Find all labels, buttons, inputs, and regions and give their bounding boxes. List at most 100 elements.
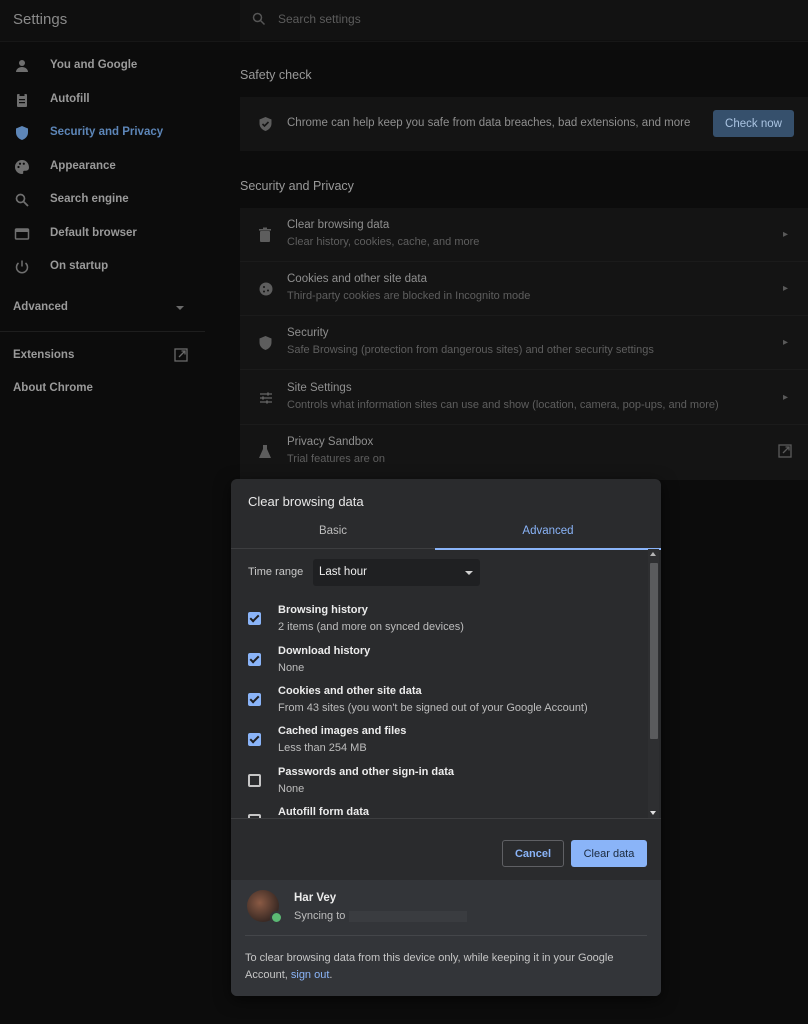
clear-data-button[interactable]: Clear data [571,840,647,867]
sidebar-item-appearance[interactable]: Appearance [0,152,205,182]
trash-icon [258,227,274,243]
row-security[interactable]: Security Safe Browsing (protection from … [240,316,808,370]
row-title: Site Settings [287,382,352,394]
sidebar-item-autofill[interactable]: Autofill [0,85,205,115]
sidebar-item-label: Security and Privacy [50,126,164,138]
checkbox[interactable] [248,774,261,787]
sign-out-link[interactable]: sign out [291,969,330,981]
option-title: Download history [278,645,371,657]
tab-advanced[interactable]: Advanced [435,517,661,550]
sidebar-item-label: Appearance [50,160,116,172]
row-subtitle: Safe Browsing (protection from dangerous… [287,344,654,356]
scrollbar-thumb[interactable] [650,563,658,739]
app-title: Settings [13,11,68,28]
option-cached-images[interactable]: Cached images and files Less than 254 MB [231,725,646,765]
checkbox[interactable] [248,693,261,706]
option-browsing-history[interactable]: Browsing history 2 items (and more on sy… [231,604,646,644]
option-passwords[interactable]: Passwords and other sign-in data None [231,766,646,806]
sidebar-item-default-browser[interactable]: Default browser [0,219,205,249]
top-bar: Settings Search settings [0,0,808,42]
time-range-select[interactable]: Last hour [313,559,480,586]
dialog-footer: Har Vey Syncing to To clear browsing dat… [231,880,661,996]
search-icon [252,12,266,26]
flask-icon [258,444,274,460]
scrollbar[interactable] [648,549,659,818]
person-icon [14,58,30,74]
sync-badge-icon [270,911,283,924]
sidebar-item-label: Search engine [50,193,129,205]
sidebar-divider [0,331,205,332]
open-in-new-icon [778,444,792,458]
chevron-right-icon: ▸ [782,337,788,348]
row-site-settings[interactable]: Site Settings Controls what information … [240,371,808,425]
safety-check-text: Chrome can help keep you safe from data … [287,117,691,129]
cancel-button[interactable]: Cancel [502,840,564,867]
checkbox[interactable] [248,612,261,625]
sidebar-item-label: Autofill [50,93,90,105]
clipboard-icon [14,92,30,108]
checkbox[interactable] [248,814,261,818]
palette-icon [14,159,30,175]
row-subtitle: Third-party cookies are blocked in Incog… [287,290,531,302]
row-clear-browsing-data[interactable]: Clear browsing data Clear history, cooki… [240,208,808,262]
sidebar-item-label: On startup [50,260,109,272]
dialog-tabs: Basic Advanced [231,517,661,550]
chevron-right-icon: ▸ [782,283,788,294]
sidebar-item-label: You and Google [50,59,138,71]
chevron-right-icon: ▸ [782,392,788,403]
row-privacy-sandbox[interactable]: Privacy Sandbox Trial features are on [240,425,808,479]
redacted-email [349,911,467,922]
shield-check-icon [258,116,273,132]
scroll-down-arrow-icon[interactable] [650,811,656,815]
clear-browsing-data-dialog: Clear browsing data Basic Advanced Time … [231,479,661,996]
power-icon [14,259,30,275]
search-icon [14,192,30,208]
sliders-icon [258,390,274,406]
row-subtitle: Trial features are on [287,453,386,465]
footer-text: To clear browsing data from this device … [245,950,645,984]
row-cookies[interactable]: Cookies and other site data Third-party … [240,262,808,316]
option-title: Browsing history [278,604,368,616]
check-now-button[interactable]: Check now [713,110,794,137]
scroll-up-arrow-icon[interactable] [650,552,656,556]
sidebar-extensions[interactable]: Extensions [13,349,74,361]
footer-divider [245,935,647,936]
chevron-right-icon: ▸ [782,229,788,240]
security-privacy-card: Clear browsing data Clear history, cooki… [240,208,808,480]
sidebar-advanced[interactable]: Advanced [13,301,68,313]
sidebar-item-you-and-google[interactable]: You and Google [0,51,205,81]
checkbox[interactable] [248,653,261,666]
avatar [247,890,283,924]
row-title: Security [287,327,329,339]
syncing-label: Syncing to [294,910,346,922]
footer-period: . [329,969,333,981]
checkbox[interactable] [248,733,261,746]
option-title: Autofill form data [278,806,370,818]
chevron-down-icon [176,306,184,310]
cookie-icon [258,281,274,297]
tab-basic[interactable]: Basic [231,517,435,549]
safety-check-card: Chrome can help keep you safe from data … [240,97,808,151]
option-download-history[interactable]: Download history None [231,645,646,685]
user-name: Har Vey [294,892,337,904]
sidebar-item-security-and-privacy[interactable]: Security and Privacy [0,118,205,148]
sidebar-item-label: Default browser [50,227,137,239]
sidebar-item-on-startup[interactable]: On startup [0,252,205,282]
search-bar[interactable]: Search settings [240,0,808,40]
option-subtitle: None [278,783,305,795]
option-subtitle: 2 items (and more on synced devices) [278,621,464,633]
option-subtitle: Less than 254 MB [278,742,367,754]
options-scroll-area[interactable]: Time range Last hour Browsing history 2 … [231,549,661,819]
option-title: Passwords and other sign-in data [278,766,455,778]
row-title: Privacy Sandbox [287,436,374,448]
sidebar-about-chrome[interactable]: About Chrome [13,382,93,394]
option-title: Cached images and files [278,725,407,737]
sidebar-item-search-engine[interactable]: Search engine [0,185,205,215]
option-subtitle: From 43 sites (you won't be signed out o… [278,702,588,714]
option-autofill-form-data[interactable]: Autofill form data [231,806,646,818]
row-title: Cookies and other site data [287,273,428,285]
option-cookies[interactable]: Cookies and other site data From 43 site… [231,685,646,725]
search-input[interactable]: Search settings [278,12,361,26]
security-privacy-title: Security and Privacy [240,179,354,193]
shield-icon [258,335,274,351]
